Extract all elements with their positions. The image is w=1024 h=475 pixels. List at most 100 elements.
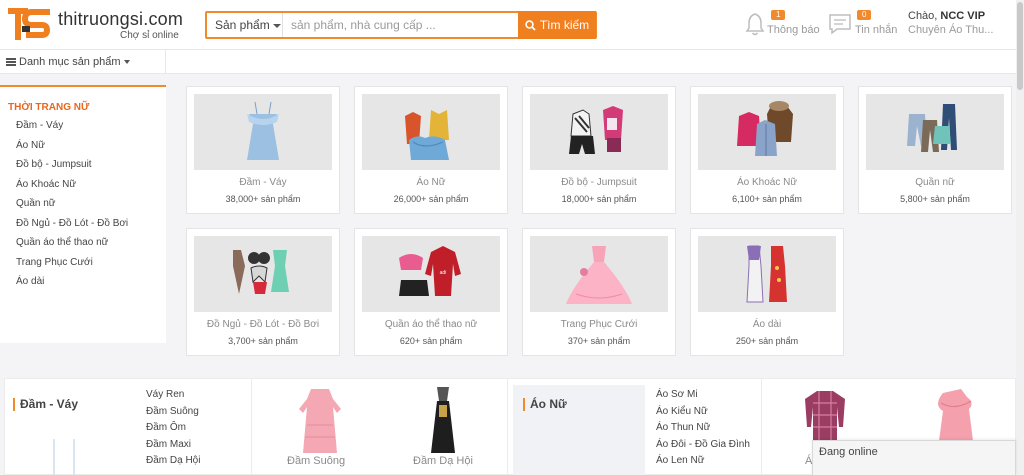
category-bar: Danh mục sản phẩm [0, 50, 1016, 74]
jacket-image [737, 101, 793, 156]
panel-links: Áo Sơ Mi Áo Kiểu Nữ Áo Thun Nữ Áo Đôi - … [656, 389, 750, 472]
sidebar-item[interactable]: Đầm - Váy [16, 120, 128, 140]
divider [507, 379, 508, 475]
logo-mark-icon [8, 8, 51, 40]
sidebar-item[interactable]: Quần nữ [16, 198, 128, 218]
panel-link[interactable]: Đầm Ôm [146, 422, 200, 439]
scrollbar-thumb[interactable] [1017, 2, 1023, 90]
evening-dress-image[interactable] [425, 383, 461, 457]
category-image: adi [362, 236, 500, 312]
swimwear-image [233, 250, 289, 294]
account-greeting[interactable]: Chào, NCC VIP [908, 10, 985, 22]
category-count: 250+ sản phẩm [735, 336, 799, 346]
ruffle-top-image[interactable] [929, 389, 979, 445]
sidebar-list: Đầm - Váy Áo Nữ Đồ bộ - Jumpsuit Áo Khoá… [16, 120, 128, 296]
site-logo[interactable]: thitruongsi.com Chợ sỉ online [8, 8, 188, 42]
product-label[interactable]: Đầm Suông [287, 455, 345, 467]
messages-label: Tin nhắn [855, 24, 898, 36]
caret-down-icon [272, 23, 281, 28]
panel-links: Váy Ren Đầm Suông Đầm Ôm Đầm Maxi Đầm Dạ… [146, 389, 200, 472]
category-menu-label: Danh mục sản phẩm [19, 56, 121, 68]
site-header: thitruongsi.com Chợ sỉ online Sản phẩm T… [0, 0, 1024, 50]
category-name: Quần nữ [915, 177, 955, 188]
category-count: 370+ sản phẩm [567, 336, 631, 346]
sidebar-item[interactable]: Đồ Ngủ - Đồ Lót - Đồ Bơi [16, 218, 128, 238]
category-image [698, 236, 836, 312]
tops-image [405, 110, 449, 160]
svg-text:adi: adi [440, 270, 447, 276]
bell-icon [745, 13, 765, 36]
chat-widget[interactable]: Đang online [812, 440, 1016, 475]
lace-dress-image[interactable] [293, 385, 347, 457]
search-icon [525, 20, 536, 31]
product-label[interactable]: Đầm Dạ Hội [413, 455, 473, 467]
sidebar-item[interactable]: Áo dài [16, 276, 128, 296]
panel-title[interactable]: Đầm - Váy [13, 398, 78, 411]
category-image [866, 94, 1004, 170]
sidebar-item[interactable]: Áo Nữ [16, 140, 128, 160]
category-card[interactable]: Áo dài 250+ sản phẩm [690, 228, 844, 356]
panel-link[interactable]: Áo Kiểu Nữ [656, 406, 750, 423]
panel-decor [73, 439, 75, 475]
category-name: Áo Nữ [416, 177, 446, 188]
chat-status-label: Đang online [819, 446, 878, 458]
account-subtitle: Chuyên Áo Thu... [908, 24, 994, 36]
panel-link[interactable]: Đầm Suông [146, 406, 200, 423]
panel-link[interactable]: Váy Ren [146, 389, 200, 406]
category-name: Đồ Ngủ - Đồ Lót - Đồ Bơi [206, 319, 320, 330]
category-image [530, 236, 668, 312]
logo-name: thitruongsi.com [58, 9, 184, 29]
sidebar-item[interactable]: Áo Khoác Nữ [16, 179, 128, 199]
search-input[interactable] [284, 13, 520, 37]
category-card[interactable]: Áo Nữ 26,000+ sản phẩm [354, 86, 508, 214]
sportswear-image: adi [399, 246, 461, 296]
category-name: Áo Khoác Nữ [736, 177, 798, 188]
set-image [569, 106, 623, 154]
panel-link[interactable]: Áo Thun Nữ [656, 422, 750, 439]
category-count: 18,000+ sản phẩm [561, 194, 637, 204]
panel-title[interactable]: Áo Nữ [523, 398, 567, 411]
panel-link[interactable]: Áo Sơ Mi [656, 389, 750, 406]
menu-icon [6, 58, 16, 66]
category-card[interactable]: Đồ Ngủ - Đồ Lót - Đồ Bơi 3,700+ sản phẩm [186, 228, 340, 356]
wedding-dress-image [566, 246, 632, 304]
category-count: 620+ sản phẩm [399, 336, 463, 346]
panel-link[interactable]: Áo Len Nữ [656, 455, 750, 472]
category-image [194, 236, 332, 312]
sidebar-item[interactable]: Trang Phục Cưới [16, 257, 128, 277]
panel-link[interactable]: Đầm Dạ Hội [146, 455, 200, 472]
plaid-shirt-image[interactable] [801, 387, 849, 445]
search-category-label: Sản phẩm [215, 18, 270, 32]
category-image [698, 94, 836, 170]
category-card[interactable]: Đầm - Váy 38,000+ sản phẩm [186, 86, 340, 214]
notifications-badge: 1 [771, 10, 786, 20]
notifications-label: Thông báo [767, 24, 820, 36]
notifications-button[interactable]: 1 Thông báo [745, 9, 820, 43]
divider [761, 379, 762, 475]
ao-dai-image [746, 245, 787, 303]
category-card[interactable]: Trang Phục Cưới 370+ sản phẩm [522, 228, 676, 356]
category-menu-button[interactable]: Danh mục sản phẩm [0, 50, 166, 74]
category-card[interactable]: Đồ bộ - Jumpsuit 18,000+ sản phẩm [522, 86, 676, 214]
account-name: NCC VIP [940, 10, 986, 22]
divider [251, 379, 252, 475]
panel-link[interactable]: Áo Đôi - Đồ Gia Đình [656, 439, 750, 456]
category-card[interactable]: Quần nữ 5,800+ sản phẩm [858, 86, 1012, 214]
sidebar-title[interactable]: THỜI TRANG NỮ [8, 102, 89, 113]
greeting-prefix: Chào, [908, 10, 938, 22]
category-count: 38,000+ sản phẩm [225, 194, 301, 204]
panel-link[interactable]: Đầm Maxi [146, 439, 200, 456]
sidebar-item[interactable]: Quần áo thể thao nữ [16, 237, 128, 257]
category-card[interactable]: adi Quần áo thể thao nữ 620+ sản phẩm [354, 228, 508, 356]
search-button[interactable]: Tìm kiếm [518, 11, 596, 39]
messages-button[interactable]: 0 Tin nhắn [828, 9, 898, 43]
search-category-select[interactable]: Sản phẩm [207, 13, 283, 37]
category-card[interactable]: Áo Khoác Nữ 6,100+ sản phẩm [690, 86, 844, 214]
category-count: 3,700+ sản phẩm [228, 336, 298, 346]
category-name: Đồ bộ - Jumpsuit [561, 177, 637, 188]
category-image [530, 94, 668, 170]
category-image [194, 94, 332, 170]
category-count: 5,800+ sản phẩm [900, 194, 970, 204]
sidebar-item[interactable]: Đồ bộ - Jumpsuit [16, 159, 128, 179]
search-button-label: Tìm kiếm [539, 18, 590, 32]
